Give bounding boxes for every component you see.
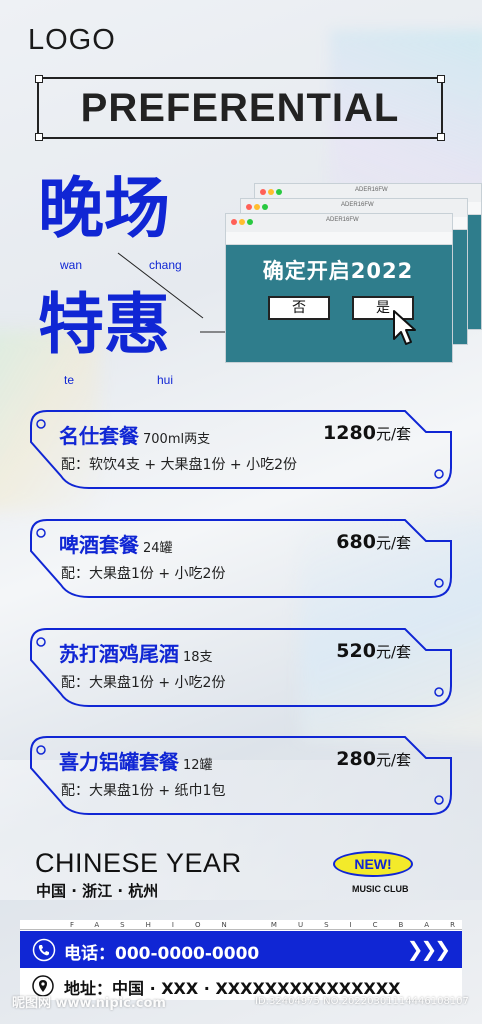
watermark-left: 昵图网 www.nipic.com	[12, 996, 166, 1011]
new-badge: NEW!	[333, 851, 413, 877]
package-includes: 配：大果盘1份 + 小吃2份	[61, 675, 226, 691]
dialog-question: 确定开启2022	[262, 259, 414, 283]
window-title: ADER16FW	[326, 217, 359, 223]
window-title: ADER16FW	[341, 202, 374, 208]
package-price: 520元/套	[336, 640, 411, 662]
location-text: 中国 · 浙江 · 杭州	[36, 882, 159, 900]
package-quantity: 24罐	[143, 541, 173, 556]
package-card[interactable]: 啤酒套餐 24罐 680元/套 配：大果盘1份 + 小吃2份	[29, 519, 452, 598]
dialog-window: ADER16FW	[225, 213, 453, 363]
package-card[interactable]: 苏打酒鸡尾酒 18支 520元/套 配：大果盘1份 + 小吃2份	[29, 628, 452, 707]
package-name: 名仕套餐 700ml两支	[59, 424, 211, 448]
package-includes: 配：大果盘1份 + 小吃2份	[61, 566, 226, 582]
chinese-year-title: CHINESE YEAR	[35, 848, 242, 878]
package-includes: 配：大果盘1份 + 纸巾1包	[61, 783, 226, 799]
close-dot-icon[interactable]	[231, 219, 237, 225]
package-price: 280元/套	[336, 748, 411, 770]
phone-icon	[32, 938, 56, 962]
package-quantity: 700ml两支	[143, 432, 211, 447]
chevrons-right-icon: ❯❯❯	[406, 937, 451, 961]
phone-band: 电话：000-0000-0000 ❯❯❯	[20, 931, 462, 968]
minimize-dot-icon[interactable]	[239, 219, 245, 225]
music-club-label: MUSIC CLUB	[352, 884, 409, 894]
phone-text[interactable]: 电话：000-0000-0000	[64, 939, 259, 964]
contact-panel: FASHION MUSICBAR 电话：000-0000-0000 ❯❯❯ 地址…	[20, 920, 462, 1000]
package-price: 680元/套	[336, 531, 411, 553]
no-button[interactable]: 否	[268, 296, 330, 320]
fashion-strip: FASHION MUSICBAR	[20, 920, 462, 930]
package-name: 苏打酒鸡尾酒 18支	[59, 642, 213, 666]
package-card[interactable]: 名仕套餐 700ml两支 1280元/套 配：软饮4支 + 大果盘1份 + 小吃2…	[29, 410, 452, 489]
watermark-right: ID:32404975 NO:20220301114446108107	[255, 996, 469, 1007]
window-titlebar: ADER16FW	[226, 214, 452, 233]
window-title: ADER16FW	[355, 187, 388, 193]
maximize-dot-icon[interactable]	[247, 219, 253, 225]
cursor-arrow-icon	[393, 310, 416, 345]
package-price: 1280元/套	[323, 422, 411, 444]
package-name: 啤酒套餐 24罐	[59, 533, 173, 557]
package-card[interactable]: 喜力铝罐套餐 12罐 280元/套 配：大果盘1份 + 纸巾1包	[29, 736, 452, 815]
package-quantity: 12罐	[183, 758, 213, 773]
package-name: 喜力铝罐套餐 12罐	[59, 750, 213, 774]
package-quantity: 18支	[183, 650, 213, 665]
package-includes: 配：软饮4支 + 大果盘1份 + 小吃2份	[61, 457, 297, 473]
